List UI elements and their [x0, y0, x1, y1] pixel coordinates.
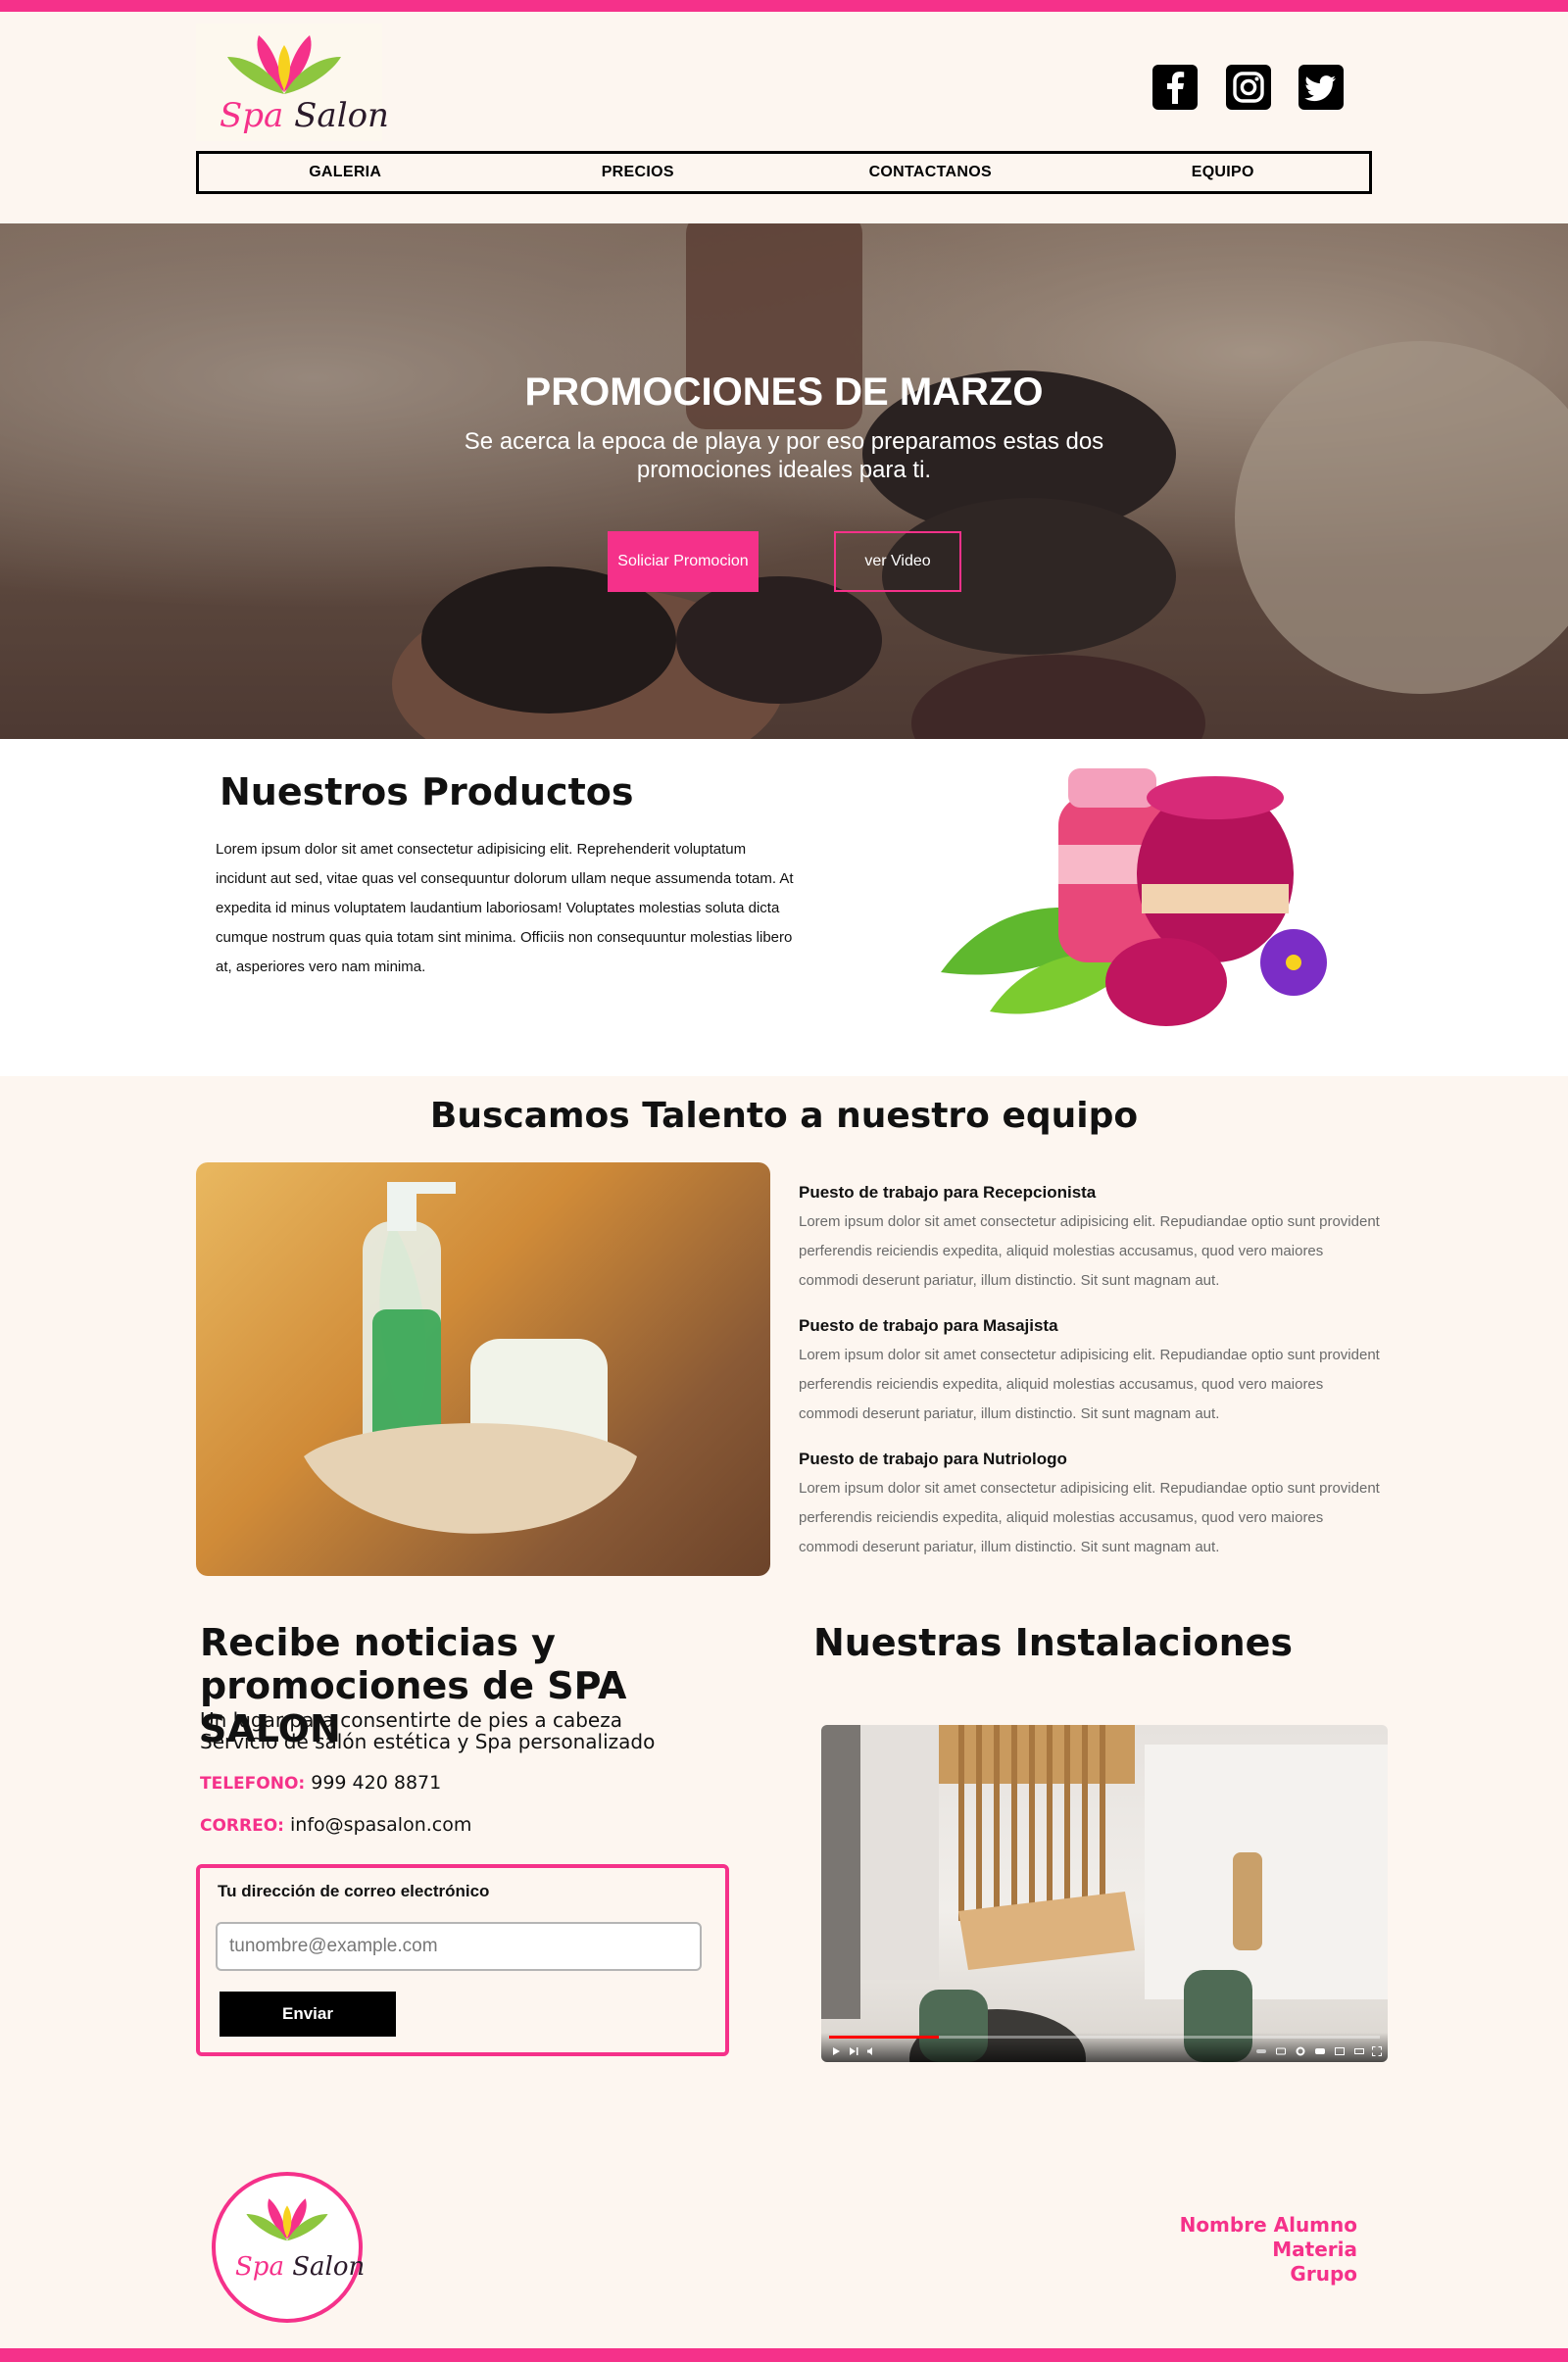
- theater-icon[interactable]: [1354, 2046, 1364, 2056]
- nav-item-contactanos[interactable]: CONTACTANOS: [784, 154, 1077, 191]
- lotus-icon: [227, 35, 341, 94]
- phone-info: TELEFONO: 999 420 8871: [200, 1772, 441, 1794]
- cosmetics-image: [941, 768, 1327, 1026]
- subject-name: Materia: [1272, 2238, 1357, 2261]
- miniplayer-icon[interactable]: [1335, 2046, 1345, 2056]
- play-icon[interactable]: [831, 2046, 841, 2056]
- email-value[interactable]: info@spasalon.com: [290, 1814, 471, 1836]
- bottom-accent-stripe: [0, 2348, 1568, 2362]
- job-description: Lorem ipsum dolor sit amet consectetur a…: [799, 1480, 1380, 1555]
- nav-item-precios[interactable]: PRECIOS: [492, 154, 785, 191]
- products-section: Nuestros Productos Lorem ipsum dolor sit…: [0, 739, 1568, 1076]
- instagram-icon[interactable]: [1226, 65, 1271, 110]
- watch-video-button[interactable]: ver Video: [834, 531, 961, 592]
- newsletter-form: Tu dirección de correo electrónico tunom…: [196, 1864, 729, 2056]
- autoplay-icon[interactable]: [1256, 2046, 1266, 2056]
- facebook-icon[interactable]: [1152, 65, 1198, 110]
- footer-logo-text: Spa Salon: [235, 2252, 366, 2282]
- logo-text: Spa Salon: [220, 96, 389, 135]
- job-item: Puesto de trabajo para Nutriologo Lorem …: [799, 1449, 1387, 1562]
- student-name: Nombre Alumno: [1179, 2213, 1357, 2237]
- group-name: Grupo: [1290, 2262, 1357, 2286]
- logo[interactable]: Spa Salon: [196, 24, 389, 141]
- talent-title: Buscamos Talento a nuestro equipo: [429, 1096, 1139, 1136]
- spa-products-image: [196, 1162, 770, 1576]
- top-accent-stripe: [0, 0, 1568, 12]
- job-description: Lorem ipsum dolor sit amet consectetur a…: [799, 1347, 1380, 1422]
- settings-icon[interactable]: [1296, 2046, 1305, 2056]
- products-body: Lorem ipsum dolor sit amet consectetur a…: [216, 841, 794, 975]
- footer-logo[interactable]: Spa Salon: [212, 2172, 366, 2323]
- submit-button[interactable]: Enviar: [220, 1992, 396, 2037]
- job-title: Puesto de trabajo para Recepcionista: [799, 1183, 1097, 1202]
- email-field[interactable]: tunombre@example.com: [216, 1922, 702, 1971]
- newsletter-tagline: Un lugar para consentirte de pies a cabe…: [200, 1709, 655, 1752]
- job-list: Puesto de trabajo para Recepcionista Lor…: [799, 1182, 1387, 1582]
- job-item: Puesto de trabajo para Masajista Lorem i…: [799, 1315, 1387, 1429]
- next-icon[interactable]: [849, 2046, 858, 2056]
- installations-title: Nuestras Instalaciones: [813, 1621, 1294, 1664]
- youtube-icon[interactable]: [1315, 2046, 1325, 2056]
- video-progress-bar[interactable]: [829, 2036, 1380, 2039]
- twitter-icon[interactable]: [1298, 65, 1344, 110]
- lotus-icon: [246, 2198, 328, 2241]
- captions-icon[interactable]: [1276, 2046, 1286, 2056]
- footer: Spa Salon Nombre Alumno Materia Grupo: [0, 2152, 1568, 2348]
- phone-label: TELEFONO:: [200, 1774, 306, 1794]
- hero-title: PROMOCIONES DE MARZO: [524, 370, 1044, 414]
- request-promo-button[interactable]: Soliciar Promocion: [608, 531, 759, 592]
- video-frame-image: [821, 1725, 1388, 2062]
- video-progress-fill: [829, 2036, 940, 2039]
- email-field-label: Tu dirección de correo electrónico: [218, 1882, 490, 1900]
- job-item: Puesto de trabajo para Recepcionista Lor…: [799, 1182, 1387, 1296]
- nav-item-galeria[interactable]: GALERIA: [199, 154, 492, 191]
- main-nav: GALERIA PRECIOS CONTACTANOS EQUIPO: [196, 151, 1372, 194]
- job-title: Puesto de trabajo para Nutriologo: [799, 1450, 1067, 1468]
- talent-section: Buscamos Talento a nuestro equipo Puesto…: [0, 1076, 1568, 1596]
- hero-banner: PROMOCIONES DE MARZO Se acerca la epoca …: [0, 223, 1568, 739]
- job-title: Puesto de trabajo para Masajista: [799, 1316, 1058, 1335]
- installations-video[interactable]: [821, 1725, 1388, 2062]
- fullscreen-icon[interactable]: [1372, 2046, 1382, 2056]
- footer-credits: Nombre Alumno Materia Grupo: [1180, 2213, 1357, 2287]
- phone-value: 999 420 8871: [311, 1772, 442, 1794]
- email-info: CORREO: info@spasalon.com: [200, 1814, 471, 1836]
- tagline-line: Servicio de salón estética y Spa persona…: [200, 1730, 656, 1753]
- products-title: Nuestros Productos: [220, 770, 634, 813]
- volume-icon[interactable]: [866, 2046, 876, 2056]
- tagline-line: Un lugar para consentirte de pies a cabe…: [200, 1708, 622, 1732]
- nav-item-equipo[interactable]: EQUIPO: [1077, 154, 1370, 191]
- email-label: CORREO:: [200, 1816, 284, 1836]
- job-description: Lorem ipsum dolor sit amet consectetur a…: [799, 1213, 1380, 1289]
- hero-subtitle: Se acerca la epoca de playa y por eso pr…: [464, 428, 1104, 483]
